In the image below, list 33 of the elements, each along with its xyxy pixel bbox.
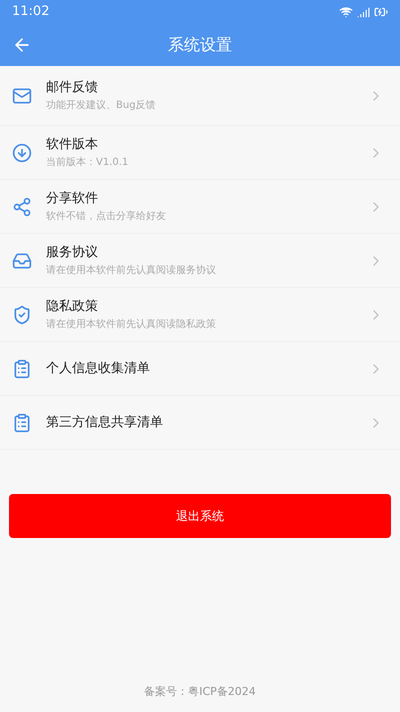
settings-item[interactable]: 邮件反馈 功能开发建议、Bug反馈 xyxy=(0,66,400,126)
inbox-icon xyxy=(12,250,32,270)
clipboard-icon xyxy=(12,412,32,432)
signal-icon xyxy=(357,6,370,18)
wifi-icon xyxy=(339,5,353,19)
item-subtitle: 请在使用本软件前先认真阅读隐私政策 xyxy=(46,318,217,332)
settings-item[interactable]: 隐私政策 请在使用本软件前先认真阅读隐私政策 xyxy=(0,288,400,342)
item-subtitle: 当前版本：V1.0.1 xyxy=(46,156,130,170)
item-title: 隐私政策 xyxy=(46,298,99,316)
settings-item[interactable]: 服务协议 请在使用本软件前先认真阅读服务协议 xyxy=(0,234,400,288)
item-title: 软件版本 xyxy=(46,136,99,154)
item-title: 邮件反馈 xyxy=(46,78,99,97)
logout-button[interactable]: 退出系统 xyxy=(9,494,391,538)
item-subtitle: 功能开发建议、Bug反馈 xyxy=(46,98,157,114)
settings-item[interactable]: 第三方信息共享清单 xyxy=(0,396,400,450)
item-title: 个人信息收集清单 xyxy=(46,360,151,378)
page-title: 系统设置 xyxy=(168,34,232,56)
status-time: 11:02 xyxy=(12,3,50,22)
shield-check-icon xyxy=(12,304,32,324)
settings-item[interactable]: 软件版本 当前版本：V1.0.1 xyxy=(0,126,400,180)
clipboard-icon xyxy=(12,358,32,378)
item-title: 服务协议 xyxy=(46,244,99,262)
download-icon xyxy=(12,142,32,162)
icp-record-text: 备案号：粤ICP备2024 xyxy=(144,684,256,700)
item-subtitle: 请在使用本软件前先认真阅读服务协议 xyxy=(46,264,217,278)
item-subtitle: 软件不错，点击分享给好友 xyxy=(46,210,167,224)
settings-item[interactable]: 分享软件 软件不错，点击分享给好友 xyxy=(0,180,400,234)
settings-item[interactable]: 个人信息收集清单 xyxy=(0,342,400,396)
battery-icon xyxy=(374,5,388,19)
envelope-icon xyxy=(12,86,32,106)
item-title: 分享软件 xyxy=(46,190,99,208)
share-icon xyxy=(12,196,32,216)
item-title: 第三方信息共享清单 xyxy=(46,414,164,432)
